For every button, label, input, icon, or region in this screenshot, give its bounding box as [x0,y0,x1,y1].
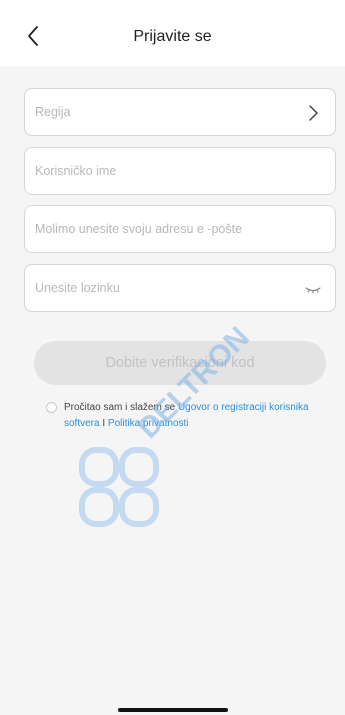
privacy-policy-link[interactable]: Politika privatnosti [108,418,189,429]
username-field[interactable] [24,147,336,195]
header-bar: Prijavite se [0,0,345,66]
password-field[interactable] [24,264,336,312]
username-input[interactable] [25,148,335,194]
page-title: Prijavite se [133,28,212,45]
password-input[interactable] [25,265,335,311]
email-field[interactable] [24,205,336,253]
region-field[interactable] [24,88,336,136]
agreement-prefix: Pročitao sam i slažem se [64,402,178,413]
agreement-text: Pročitao sam i slažem se Ugovor o regist… [64,400,345,432]
chevron-right-icon[interactable] [303,103,323,123]
get-verification-code-button[interactable]: Dobite verifikacioni kod [34,341,326,385]
email-input[interactable] [25,206,335,252]
region-input[interactable] [25,89,335,135]
agreement-separator: I [99,418,108,429]
agreement-radio[interactable] [46,402,57,413]
eye-closed-icon[interactable] [303,279,323,299]
home-indicator [118,708,228,712]
